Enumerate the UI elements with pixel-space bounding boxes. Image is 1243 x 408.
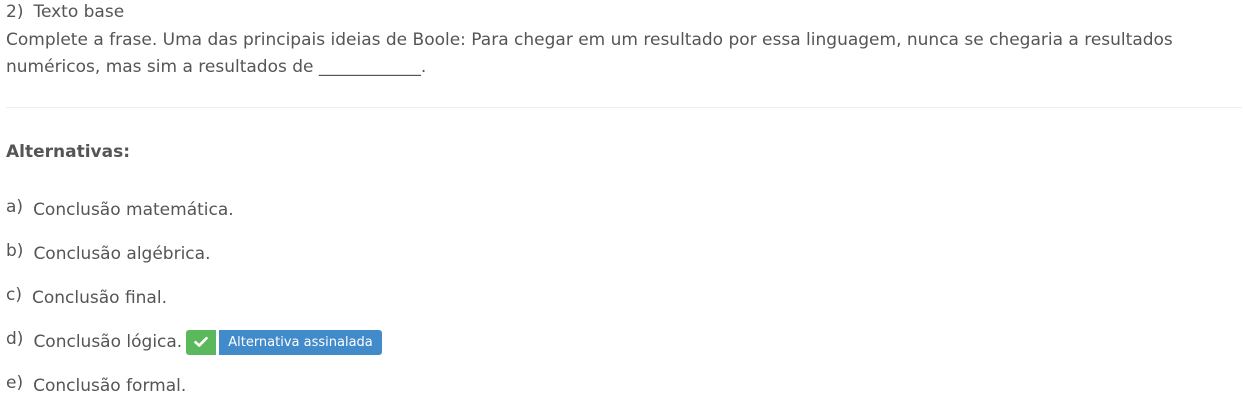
alternative-letter: c) (6, 285, 22, 305)
divider (6, 107, 1242, 108)
alternatives-list: a) Conclusão matemática. b) Conclusão al… (6, 188, 382, 408)
selected-badge: Alternativa assinalada (186, 329, 382, 355)
question-header-title: Texto base (33, 2, 125, 22)
question-statement: Complete a frase. Uma das principais ide… (6, 30, 1173, 77)
alternative-e[interactable]: e) Conclusão formal. (6, 364, 382, 408)
question-number: 2) (6, 2, 24, 22)
selected-label: Alternativa assinalada (219, 329, 382, 355)
alternative-a[interactable]: a) Conclusão matemática. (6, 188, 382, 232)
alternatives-title: Alternativas: (6, 142, 131, 162)
check-icon (186, 329, 217, 355)
alternative-text: Conclusão matemática. (33, 200, 234, 220)
alternative-letter: a) (6, 197, 24, 217)
alternative-text: Conclusão lógica. (33, 332, 183, 352)
alternative-b[interactable]: b) Conclusão algébrica. (6, 232, 382, 276)
alternative-letter: e) (6, 373, 24, 393)
alternative-d[interactable]: d) Conclusão lógica. Alternativa assinal… (6, 320, 382, 364)
alternative-letter: d) (6, 329, 24, 349)
alternative-text: Conclusão final. (31, 288, 167, 308)
alternative-text: Conclusão algébrica. (33, 244, 211, 264)
alternative-c[interactable]: c) Conclusão final. (6, 276, 382, 320)
alternative-letter: b) (6, 241, 24, 261)
alternative-text: Conclusão formal. (33, 376, 187, 396)
question-header: 2) Texto base (6, 0, 124, 24)
